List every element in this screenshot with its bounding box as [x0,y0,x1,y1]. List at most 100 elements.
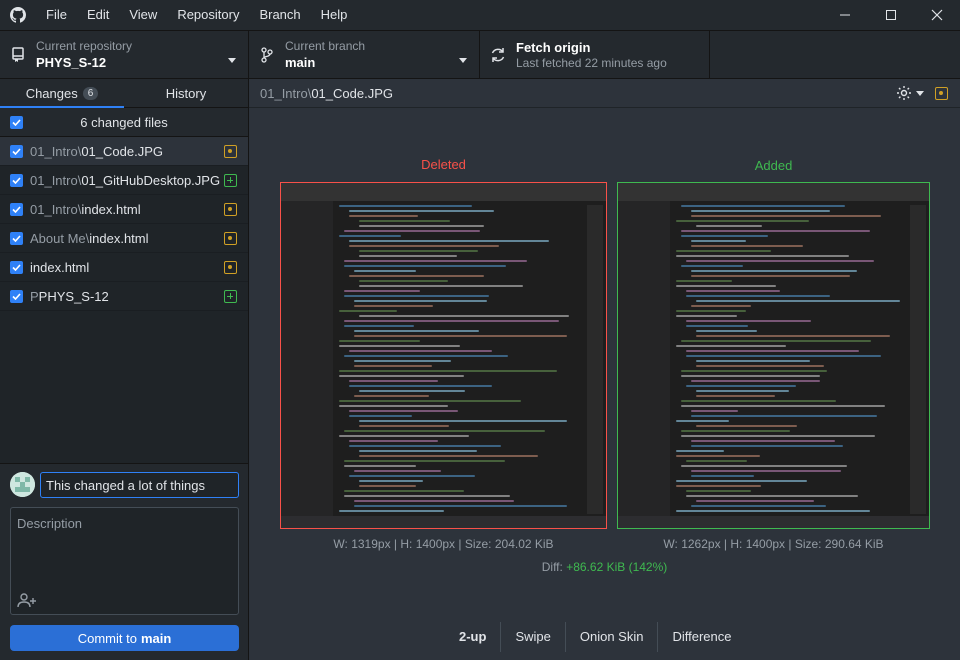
window-controls [822,0,960,30]
fetch-origin-button[interactable]: Fetch origin Last fetched 22 minutes ago [480,31,710,79]
menu-repository[interactable]: Repository [167,0,249,30]
sidebar: Changes 6 History 6 changed files 01_Int… [0,79,249,660]
caret-down-icon [916,90,924,96]
current-branch-button[interactable]: Current branch main [249,31,480,79]
fetch-label: Fetch origin [516,40,591,55]
file-basename: 01_GitHubDesktop.JPG [81,172,221,188]
deleted-label: Deleted [421,157,466,172]
deleted-image [280,182,607,529]
changed-files-header: 6 changed files [0,108,248,137]
menu-help[interactable]: Help [311,0,358,30]
file-list: 01_Intro\01_Code.JPG 01_Intro\01_GitHubDe… [0,137,248,311]
file-row[interactable]: PPHYS_S-12 [0,282,248,311]
file-name: index.html [30,260,89,275]
mode-2-up[interactable]: 2-up [445,622,502,652]
file-dir: 01_Intro\ [30,201,82,217]
added-image [617,182,930,529]
commit-summary-input[interactable] [40,472,239,498]
minimize-icon[interactable] [822,0,868,30]
file-row[interactable]: About Me\index.html [0,224,248,253]
toolbar: Current repository PHYS_S-12 Current bra… [0,30,960,79]
description-placeholder: Description [17,516,83,531]
file-row[interactable]: 01_Intro\01_GitHubDesktop.JPG [0,166,248,195]
file-checkbox[interactable] [10,144,23,158]
file-path-dir: 01_Intro\ [260,85,312,101]
file-checkbox[interactable] [10,202,23,216]
add-coauthor-icon[interactable] [17,592,37,611]
diff-settings-button[interactable] [896,85,924,101]
menu-branch[interactable]: Branch [249,0,310,30]
close-icon[interactable] [914,0,960,30]
modified-status-icon [224,203,237,216]
changes-count-badge: 6 [82,86,99,100]
added-status-icon [224,174,237,187]
file-path: 01_Intro\01_Code.JPG [260,86,393,101]
size-diff: Diff: +86.62 KiB (142%) [249,560,960,574]
file-name: 01_Intro\index.html [30,202,141,217]
menu-view[interactable]: View [119,0,167,30]
menu-edit[interactable]: Edit [77,0,119,30]
file-row[interactable]: 01_Intro\01_Code.JPG [0,137,248,166]
file-basename: index.html [30,259,90,275]
menu-bar: File Edit View Repository Branch Help [36,0,357,30]
file-name: About Me\index.html [30,231,149,246]
title-bar: File Edit View Repository Branch Help [0,0,960,30]
maximize-icon[interactable] [868,0,914,30]
sidebar-tabs: Changes 6 History [0,79,248,108]
file-checkbox[interactable] [10,231,23,245]
select-all-checkbox[interactable] [10,115,23,129]
file-row[interactable]: 01_Intro\index.html [0,195,248,224]
tab-changes-label: Changes [25,85,78,101]
current-repository-button[interactable]: Current repository PHYS_S-12 [0,31,249,79]
deleted-image-meta: W: 1319px | H: 1400px | Size: 204.02 KiB [333,537,554,551]
file-dir: About Me\ [30,230,90,246]
file-checkbox[interactable] [10,289,23,303]
commit-button-prefix: Commit to [77,630,137,646]
modified-status-icon [224,145,237,158]
modified-status-icon [224,261,237,274]
commit-button[interactable]: Commit to main [10,625,239,651]
file-row[interactable]: index.html [0,253,248,282]
added-label: Added [754,158,793,173]
added-image-meta: W: 1262px | H: 1400px | Size: 290.64 KiB [663,537,884,551]
caret-down-icon [459,51,467,66]
sync-icon [480,47,516,63]
tab-history-label: History [165,85,207,101]
mode-swipe[interactable]: Swipe [501,622,566,652]
modified-status-icon [935,87,948,100]
commit-panel: Description Commit to main [0,463,248,660]
file-name: PPHYS_S-12 [30,289,109,304]
mode-difference[interactable]: Difference [658,622,745,652]
branch-icon [249,47,285,63]
branch-name: main [285,55,316,70]
file-checkbox[interactable] [10,173,23,187]
file-dir: 01_Intro\ [30,143,82,159]
caret-down-icon [228,51,236,66]
menu-file[interactable]: File [36,0,77,30]
file-dir: 01_Intro\ [30,172,82,188]
file-basename: 01_Code.JPG [81,143,163,159]
file-basename: index.html [81,201,141,217]
avatar [10,472,35,497]
tab-changes[interactable]: Changes 6 [0,79,124,108]
file-name: 01_Intro\01_Code.JPG [30,144,163,159]
file-name: 01_Intro\01_GitHubDesktop.JPG [30,173,220,188]
file-basename: index.html [89,230,149,246]
file-checkbox[interactable] [10,260,23,274]
file-path-bar: 01_Intro\01_Code.JPG [249,79,960,108]
branch-label: Current branch [285,39,366,53]
added-status-icon [224,290,237,303]
repo-icon [0,47,36,63]
mode-onion-skin[interactable]: Onion Skin [566,622,659,652]
last-fetched-text: Last fetched 22 minutes ago [516,56,667,70]
changed-files-count: 6 changed files [80,114,168,130]
file-dir: P [30,288,39,304]
commit-description-field[interactable]: Description [10,507,239,615]
file-path-name: 01_Code.JPG [311,85,393,101]
commit-button-branch: main [140,630,172,646]
gear-icon [897,86,911,100]
image-diff-modes: 2-up Swipe Onion Skin Difference [445,622,745,652]
github-logo-icon [0,0,36,30]
tab-history[interactable]: History [124,79,248,107]
diff-view: 01_Intro\01_Code.JPG Deleted Added W: 13… [249,79,960,660]
